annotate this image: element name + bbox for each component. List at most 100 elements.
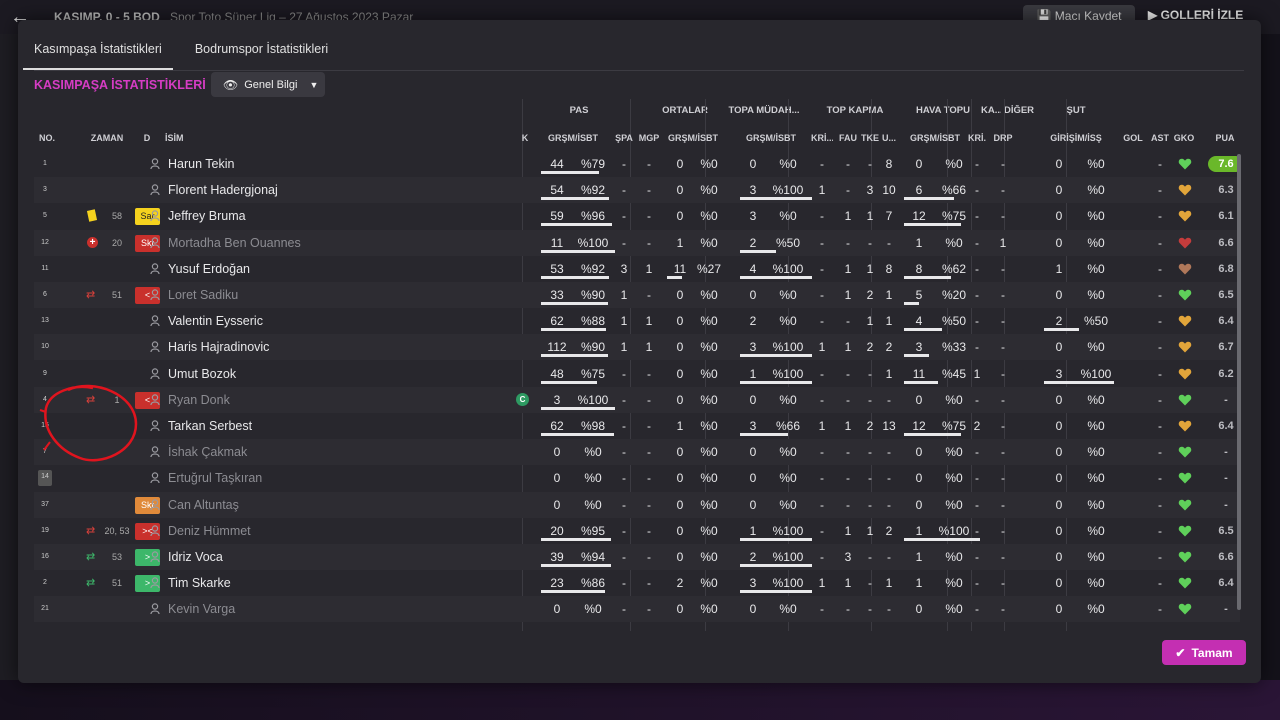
column-header[interactable]: NO.	[34, 133, 60, 143]
condition-heart-icon	[1178, 550, 1192, 564]
player-row[interactable]: 37 Skt Can Altuntaş 0 %0- -0 %0 0 %0- - - -0 %0- -0 %0…	[34, 491, 1240, 518]
dribbles: -	[1001, 576, 1005, 591]
player-name[interactable]: Can Altuntaş	[168, 492, 239, 518]
stat-fill-bar	[740, 275, 812, 279]
player-icon	[150, 263, 160, 274]
player-name[interactable]: Florent Hadergjonaj	[168, 177, 278, 203]
tab-kasimpasa-stats[interactable]: Kasımpaşa İstatistikleri	[23, 42, 173, 70]
shirt-number: 4	[43, 395, 47, 403]
u-value: -	[887, 235, 891, 250]
player-icon	[150, 315, 160, 327]
player-row[interactable]: 13 Valentin Eysseric 62 %88 1 1 0 %0 2 %0- -1 1 4 %50…	[34, 308, 1240, 334]
header-percentage: %0	[945, 497, 963, 512]
player-name[interactable]: Deniz Hümmet	[168, 518, 251, 544]
column-header[interactable]: GRŞM/İSBT	[740, 133, 802, 143]
tackle-attempts: 0	[749, 288, 757, 302]
fouls: 1	[844, 288, 852, 302]
mgp-value: 1	[645, 340, 653, 355]
player-name[interactable]: Kevin Varga	[168, 596, 235, 622]
column-header[interactable]: GKO	[1172, 133, 1196, 143]
column-header[interactable]: ŞPA	[614, 133, 634, 143]
column-header[interactable]: GRŞM/İSBT	[541, 133, 605, 143]
player-name[interactable]: Ryan Donk	[168, 387, 230, 413]
player-name[interactable]: Jeffrey Bruma	[168, 203, 246, 229]
player-row[interactable]: 4 ⇄ 1 < Ryan Donk C 3 %100- -0 %0 0 %0- - - -0 %0- -0 %0-…	[34, 386, 1240, 413]
stat-fill-bar	[904, 275, 951, 279]
column-header[interactable]: K	[518, 133, 532, 143]
ok-button[interactable]: ✔ Tamam	[1162, 640, 1246, 665]
player-row[interactable]: 12 +20 Skt Mortadha Ben Ouannes 11 %100- -1 %0 2…	[34, 229, 1240, 256]
player-name[interactable]: Yusuf Erdoğan	[168, 256, 250, 282]
u-value: 1	[885, 366, 893, 381]
column-header[interactable]: GİRİŞİM/İSŞ	[1038, 133, 1114, 143]
player-name[interactable]: Ertuğrul Taşkıran	[168, 465, 262, 491]
player-name[interactable]: Tim Skarke	[168, 570, 231, 596]
player-row[interactable]: 14 Ertuğrul Taşkıran 0 %0- -0 %0 0 %0- - - -0 %0- -0…	[34, 465, 1240, 491]
player-name[interactable]: İshak Çakmak	[168, 439, 247, 465]
player-row[interactable]: 5 58 Sar Jeffrey Bruma 59 %96- -0 %0 3 %0-1 1 7 12 %7…	[34, 203, 1240, 229]
column-header[interactable]: İSİM	[165, 133, 225, 143]
shot-attempts: 0	[1055, 550, 1063, 564]
shot-percentage: %0	[1087, 340, 1105, 355]
player-name[interactable]: Harun Tekin	[168, 151, 234, 177]
stat-fill-bar	[904, 223, 961, 227]
column-header[interactable]: U...	[881, 133, 897, 143]
player-name[interactable]: Tarkan Serbest	[168, 413, 252, 439]
scrollbar[interactable]	[1237, 154, 1241, 610]
player-row[interactable]: 1 Harun Tekin 44 %79- -0 %0 0 %0- - -8 0 %0- -0 %0-7.…	[34, 151, 1240, 177]
player-row[interactable]: 7 İshak Çakmak 0 %0- -0 %0 0 %0- - - -0 %0- -0 %0- -	[34, 439, 1240, 466]
player-row[interactable]: 10 Haris Hajradinovic 112 %90 1 1 0 %0 3 %100 1 1 2 2…	[34, 334, 1240, 361]
player-row[interactable]: 9 Umut Bozok 48 %75- -0 %0 1 %100- - -1 11 %45 1-3 %1…	[34, 361, 1240, 387]
header-percentage: %45	[941, 366, 967, 381]
tackle-percentage: %0	[779, 157, 797, 171]
player-name[interactable]: Mortadha Ben Ouannes	[168, 230, 301, 256]
player-name[interactable]: Idriz Voca	[168, 544, 223, 570]
goals	[1118, 177, 1148, 203]
column-header[interactable]: PUA	[1202, 133, 1248, 143]
column-header[interactable]: KRİ...	[968, 133, 986, 143]
player-name[interactable]: Loret Sadiku	[168, 282, 238, 308]
shirt-number: 6	[43, 291, 47, 298]
column-header[interactable]: FAU	[837, 133, 859, 143]
player-rating: 6.6	[1218, 236, 1234, 249]
player-row[interactable]: 15 Tarkan Serbest 62 %98- -1 %0 3 %66 1 1 2 13 12 %75…	[34, 413, 1240, 439]
column-header[interactable]: TKE	[859, 133, 881, 143]
player-row[interactable]: 3 Florent Hadergjonaj 54 %92- -0 %0 3 %100 1-3 10…	[34, 177, 1240, 204]
tke-value: -	[868, 471, 872, 486]
column-header[interactable]: ZAMAN	[88, 133, 126, 143]
column-header[interactable]: GOL	[1118, 133, 1148, 143]
key-tackles: -	[820, 261, 824, 276]
column-header[interactable]: D	[140, 133, 154, 143]
column-header[interactable]: GRŞM/İSBT	[904, 133, 966, 143]
player-row[interactable]: 19 ⇄ 20, 53 >< Deniz Hümmet 20 %95- -0 %0 1 %100-1…	[34, 518, 1240, 544]
player-row[interactable]: 21 Kevin Varga 0 %0- -0 %0 0 %0- - - -0 %0- -0 %0- -	[34, 596, 1240, 623]
player-name[interactable]: Haris Hajradinovic	[168, 334, 269, 360]
shot-attempts: 0	[1055, 419, 1063, 433]
mgp-value: -	[647, 392, 651, 407]
tab-bodrumspor-stats[interactable]: Bodrumspor İstatistikleri	[195, 42, 328, 70]
fouls: -	[846, 471, 850, 486]
key-headers: -	[975, 261, 979, 276]
player-icon	[150, 603, 160, 615]
u-value: 10	[882, 183, 896, 198]
column-header[interactable]: MGP	[636, 133, 662, 143]
stat-fill-bar	[740, 249, 776, 253]
player-name[interactable]: Valentin Eysseric	[168, 308, 263, 334]
column-header[interactable]: GRŞM/İSBT	[667, 133, 719, 143]
tab-bar: Kasımpaşa İstatistikleri Bodrumspor İsta…	[23, 42, 328, 70]
player-row[interactable]: 2 ⇄ 51 > Tim Skarke 23 %86- -2 %0 3 %100 1 1-1 1 %0- -0…	[34, 570, 1240, 596]
player-name[interactable]: Umut Bozok	[168, 361, 236, 387]
tackle-percentage: %0	[779, 288, 797, 302]
player-rating: 6.5	[1218, 524, 1234, 537]
player-icon	[150, 420, 160, 432]
player-rating: 7.6	[1208, 156, 1240, 172]
player-row[interactable]: 6 ⇄ 51 < Loret Sadiku 33 %90 1-0 %0 0 %0-1 2 1 5 %20- -…	[34, 282, 1240, 308]
player-row[interactable]: 16 ⇄ 53 > Idriz Voca 39 %94- -0 %0 2 %100-3- -1 %0- -…	[34, 544, 1240, 570]
stat-fill-bar	[904, 354, 929, 358]
view-dropdown[interactable]: 👁 Genel Bilgi ▼	[211, 72, 325, 97]
column-header[interactable]: AST	[1148, 133, 1172, 143]
player-row[interactable]: 11 Yusuf Erdoğan 53 %92 3 1 11 %27 4 %100-1 1 8 8 %62…	[34, 256, 1240, 282]
column-header[interactable]: DRP	[990, 133, 1016, 143]
shirt-number: 2	[43, 579, 47, 587]
column-header[interactable]: KRİ...	[811, 133, 833, 143]
